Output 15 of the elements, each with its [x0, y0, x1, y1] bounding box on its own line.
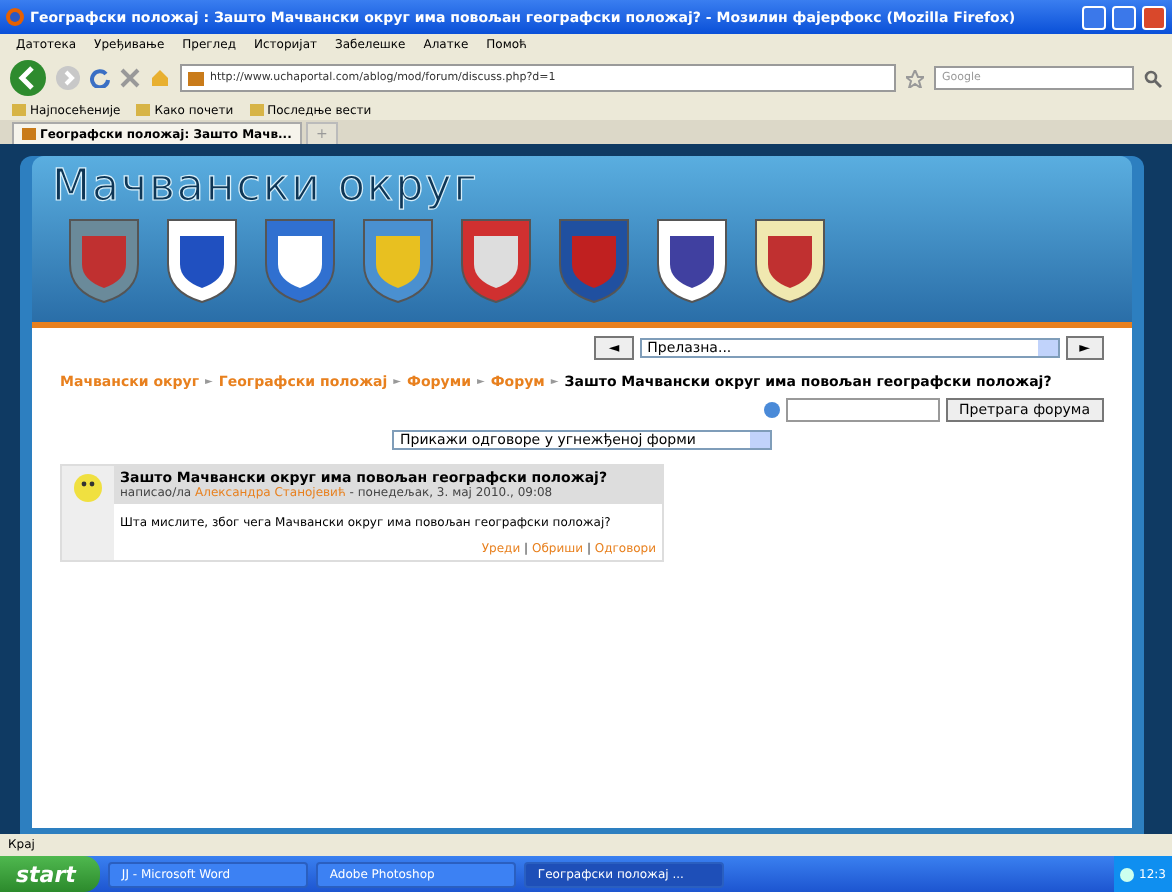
back-icon[interactable]	[10, 60, 46, 96]
stop-icon[interactable]	[120, 68, 140, 88]
maximize-button[interactable]	[1112, 5, 1136, 29]
help-icon[interactable]	[763, 402, 780, 418]
search-icon[interactable]	[1144, 69, 1162, 87]
site-title[interactable]: Мачвански округ	[52, 162, 479, 212]
star-icon[interactable]	[906, 69, 924, 87]
search-field[interactable]	[785, 398, 940, 422]
reload-icon[interactable]	[90, 68, 110, 88]
site-icon	[188, 71, 204, 85]
site-icon	[22, 128, 36, 140]
minimize-button[interactable]	[1082, 5, 1106, 29]
smiley-avatar-icon	[74, 474, 102, 502]
close-button[interactable]	[1142, 5, 1166, 29]
tray-icon	[1119, 867, 1134, 881]
